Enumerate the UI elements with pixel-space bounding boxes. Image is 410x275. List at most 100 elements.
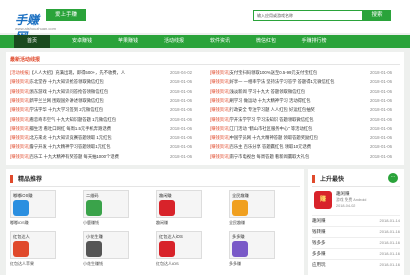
nav-item-activity[interactable]: 活动线报 [150,35,198,48]
app-tile[interactable]: 二维码 小鹿赚钱 [83,190,129,226]
app-name[interactable]: 小鹿赚钱 [83,220,99,226]
news-tag[interactable]: [赚钱资讯] [10,154,30,159]
search-button[interactable]: 搜索 [363,10,391,21]
news-tag[interactable]: [赚钱资讯] [210,107,230,112]
news-title[interactable]: 东北堂吞 十九大知识抢答领取微信红包 [30,79,104,84]
search-input[interactable]: 输入应用或游戏名称 [253,10,363,21]
app-thumbnail[interactable]: 趣闲赚 [156,190,202,218]
featured-app-icon[interactable]: 赚 [314,191,332,209]
news-tag[interactable]: [赚钱资讯] [210,144,230,149]
news-item[interactable]: [赚钱资讯]东北堂吞 十九大知识抢答领取微信红包 [10,77,104,86]
nav-item-apple[interactable]: 苹果赚钱 [104,35,152,48]
featured-app-name[interactable]: 趣闲赚 [336,191,350,197]
rank-item-name[interactable]: 应用玩 [312,260,326,270]
news-item[interactable]: [赚钱资讯]刷学习 做运动 十九大精神学习 活动得红包 [210,96,311,105]
app-tile[interactable]: 嘟嘟iOS赚 嘟嘟iOS赚 [10,190,56,226]
news-item[interactable]: [赚钱资讯]学开法学学习 学习法知识 答题领取微信红包 [210,115,314,124]
app-thumbnail[interactable]: 红包达人iOS [156,231,202,259]
news-item[interactable]: [赚钱资讯]南宁市电视台 每周答题 看新闻赢取大礼包 [210,152,309,161]
news-title[interactable]: 行政安全 专注学习题 人人红包 好运红包抽奖 [230,107,315,112]
rank-item-name[interactable]: 多多赚 [312,249,326,259]
news-title[interactable]: 北方来龙 十九大知识竞赛答题领取 1元红包 [30,135,112,140]
news-title[interactable]: 南宁市电视台 每周答题 看新闻赢取大礼包 [230,154,310,159]
news-tag[interactable]: [赚钱资讯] [210,126,230,131]
news-item[interactable]: [赚钱资讯]北方来龙 十九大知识竞赛答题领取 1元红包 [10,133,112,142]
news-title[interactable]: 【人人大招】充满出现，即得500+，先不收费，人 [30,70,126,75]
news-tag[interactable]: [赚钱资讯] [210,79,230,84]
app-thumbnail[interactable]: 多多赚 [229,231,275,259]
news-title[interactable]: 学开法学学习 学习法知识 答题领取微信红包 [230,117,314,122]
news-tag[interactable]: [赚钱资讯] [210,117,230,122]
app-tile[interactable]: 全民趣赚 全民趣赚 [229,190,275,226]
app-tile[interactable]: 趣闲赚 趣闲赚 [156,190,202,226]
news-title[interactable]: 浅淡新闻 学习十九大 答题领取微信红包 [230,89,305,94]
news-item[interactable]: [赚钱资讯]百乐主 百乐分享 答题赢红包 领取10元话费 [210,142,311,151]
news-tag[interactable]: [赚钱资讯] [10,126,30,131]
news-tag[interactable]: [赚钱资讯] [210,154,230,159]
app-name[interactable]: 趣闲赚 [156,220,168,226]
rank-item[interactable]: 应用玩 2018-01-16 [312,259,400,269]
rank-item-name[interactable]: 趣闲赚 [312,216,326,226]
news-item[interactable]: [赚钱资讯]鲁宁开发 十九大精神学习答题领取1元红包 [10,142,111,151]
news-title[interactable]: 百乐工 十九大精神有奖答题 每天抽1000个话费 [30,154,119,159]
news-title[interactable]: 瓣生活 看吐口网红 每周1.5元手机奔跑话费 [30,126,111,131]
more-button[interactable]: ··· [388,173,398,183]
news-tag[interactable]: [赚钱资讯] [210,98,230,103]
news-tag[interactable]: [赚钱资讯] [10,89,30,94]
news-item[interactable]: [赚钱资讯]中国学员网 十九大精神答题 领取答题奖励红包 [210,133,318,142]
news-tag[interactable]: [赚钱资讯] [10,107,30,112]
news-item[interactable]: [赚钱资讯]瓣生活 看吐口网红 每周1.5元手机奔跑话费 [10,124,111,133]
app-name[interactable]: 多多赚 [229,261,241,267]
news-tag[interactable]: [赚钱资讯] [10,144,30,149]
app-name[interactable]: 小花生赚钱 [83,261,103,267]
app-tile[interactable]: 红包达人 红包达人苹果 [10,231,56,267]
app-name[interactable]: 全民趣赚 [229,220,245,226]
nav-item-home[interactable]: 首页 [14,35,50,48]
rank-item[interactable]: 钱多多 2018-01-16 [312,237,400,247]
news-tag[interactable]: [活动线报] [10,70,30,75]
news-title[interactable]: 中国学员网 十九大精神答题 领取答题奖励红包 [230,135,318,140]
news-tag[interactable]: [赚钱资讯] [210,70,230,75]
nav-item-wechat[interactable]: 微信红包 [242,35,290,48]
news-title[interactable]: 百乐主 百乐分享 答题赢红包 领取10元话费 [230,144,311,149]
news-item[interactable]: [赚钱资讯]行政安全 专注学习题 人人红包 好运红包抽奖 [210,105,315,114]
app-tile[interactable]: 小花生赚 小花生赚钱 [83,231,129,267]
news-item[interactable]: [活动线报]【人人大招】充满出现，即得500+，先不收费，人 [10,68,125,77]
nav-item-ranking[interactable]: 手赚排行榜 [290,35,338,48]
app-name[interactable]: 红包达人iOS [156,261,179,267]
nav-item-software[interactable]: 软件资讯 [196,35,244,48]
app-thumbnail[interactable]: 全民趣赚 [229,190,275,218]
news-item[interactable]: [赚钱资讯]新平兰兰网 围观国外讲述领取微信红包 [10,96,104,105]
news-item[interactable]: [赚钱资讯]百乐工 十九大精神有奖答题 每天抽1000个话费 [10,152,119,161]
rank-item-name[interactable]: 钱转赚 [312,227,326,237]
news-tag[interactable]: [赚钱资讯] [10,117,30,122]
news-item[interactable]: [赚钱资讯]浙东游戏 十九大知识问答抢答领微信红包 [10,87,108,96]
news-title[interactable]: 新平兰兰网 围观国外讲述领取微信红包 [30,98,104,103]
news-title[interactable]: 江门活动 "鹤山市社区服务中心" 等活动红包 [230,126,313,131]
news-title[interactable]: 好享一 一相率学法 坚持法学习答学 答题得1元微信红包 [230,79,335,84]
news-tag[interactable]: [赚钱资讯] [10,98,30,103]
news-tag[interactable]: [赚钱资讯] [210,135,230,140]
app-thumbnail[interactable]: 小花生赚 [83,231,129,259]
nav-item-android[interactable]: 安卓赚钱 [58,35,106,48]
app-name[interactable]: 嘟嘟iOS赚 [10,220,29,226]
news-title[interactable]: 刷学习 做运动 十九大精神学习 活动得红包 [230,98,311,103]
rank-item[interactable]: 钱转赚 2018-01-16 [312,226,400,236]
app-thumbnail[interactable]: 嘟嘟iOS赚 [10,190,56,218]
app-tile[interactable]: 多多赚 多多赚 [229,231,275,267]
news-title[interactable]: 支付宝扫码领取100%送至0.5-99元支付宝红包 [230,70,318,75]
rank-item[interactable]: 趣闲赚 2018-01-14 [312,215,400,225]
news-item[interactable]: [赚钱资讯]浅淡新闻 学习十九大 答题领取微信红包 [210,87,305,96]
rank-item-name[interactable]: 钱多多 [312,238,326,248]
news-tag[interactable]: [赚钱资讯] [10,79,30,84]
site-logo[interactable]: 手赚网 www.aishouzhuan.com [6,5,56,44]
news-title[interactable]: 浙东游戏 十九大知识问答抢答领微信红包 [30,89,109,94]
news-item[interactable]: [赚钱资讯]学法宇华 十九大学习签到 2元微信红包 [10,105,103,114]
news-title[interactable]: 看恋奇市空气 十九大知识题答题 1元微信红包 [30,117,116,122]
news-item[interactable]: [赚钱资讯]支付宝扫码领取100%送至0.5-99元支付宝红包 [210,68,317,77]
news-tag[interactable]: [赚钱资讯] [10,135,30,140]
app-name[interactable]: 红包达人苹果 [10,261,34,267]
news-title[interactable]: 鲁宁开发 十九大精神学习答题领取1元红包 [30,144,111,149]
news-item[interactable]: [赚钱资讯]好享一 一相率学法 坚持法学习答学 答题得1元微信红包 [210,77,334,86]
app-thumbnail[interactable]: 二维码 [83,190,129,218]
